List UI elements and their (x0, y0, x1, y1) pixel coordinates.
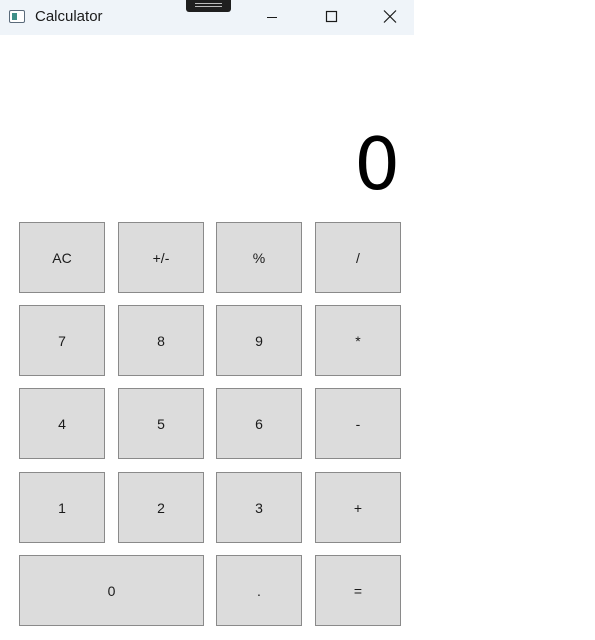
negate-button[interactable]: +/- (118, 222, 204, 293)
divide-button[interactable]: / (315, 222, 401, 293)
clear-button[interactable]: AC (19, 222, 105, 293)
four-button[interactable]: 4 (19, 388, 105, 459)
three-button[interactable]: 3 (216, 472, 302, 543)
result-display: 0 (354, 122, 400, 206)
zero-button[interactable]: 0 (19, 555, 204, 626)
calculator-window: Calculator 0 AC +/- % / 7 8 9 * 4 5 6 - … (0, 0, 414, 640)
minimize-button[interactable] (249, 0, 295, 35)
maximize-icon (325, 10, 338, 23)
five-button[interactable]: 5 (118, 388, 204, 459)
six-button[interactable]: 6 (216, 388, 302, 459)
eight-button[interactable]: 8 (118, 305, 204, 376)
multiply-button[interactable]: * (315, 305, 401, 376)
nine-button[interactable]: 9 (216, 305, 302, 376)
seven-button[interactable]: 7 (19, 305, 105, 376)
one-button[interactable]: 1 (19, 472, 105, 543)
subtract-button[interactable]: - (315, 388, 401, 459)
close-button[interactable] (367, 0, 413, 35)
maximize-button[interactable] (308, 0, 354, 35)
calculator-app-icon (9, 10, 25, 23)
drag-handle-icon[interactable] (186, 0, 231, 12)
title-bar[interactable]: Calculator (0, 0, 414, 35)
close-icon (383, 10, 397, 23)
window-title: Calculator (35, 8, 103, 25)
two-button[interactable]: 2 (118, 472, 204, 543)
percent-button[interactable]: % (216, 222, 302, 293)
decimal-button[interactable]: . (216, 555, 302, 626)
minimize-icon (267, 17, 277, 18)
equals-button[interactable]: = (315, 555, 401, 626)
add-button[interactable]: + (315, 472, 401, 543)
